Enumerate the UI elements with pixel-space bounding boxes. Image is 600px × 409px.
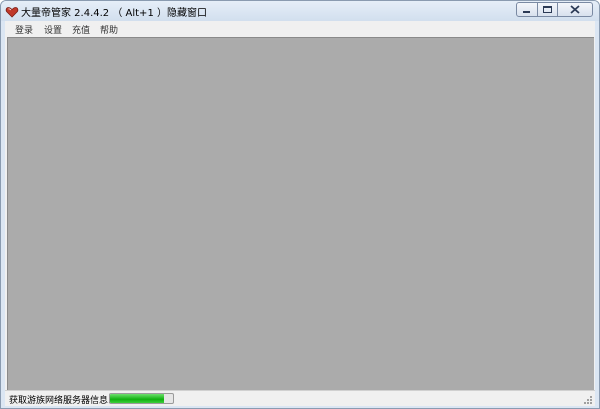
menu-bar: 登录 设置 充值 帮助 bbox=[5, 21, 595, 37]
caption-buttons bbox=[516, 2, 593, 17]
minimize-button[interactable] bbox=[516, 2, 538, 17]
status-text: 获取游族网络服务器信息...... bbox=[9, 396, 126, 406]
title-bar[interactable]: 大量帝管家 2.4.4.2 （ Alt+1 ）隐藏窗口 bbox=[1, 1, 599, 21]
content-panel bbox=[7, 37, 594, 390]
menu-settings[interactable]: 设置 bbox=[44, 23, 62, 36]
app-window: 大量帝管家 2.4.4.2 （ Alt+1 ）隐藏窗口 登录 设置 充值 帮助 … bbox=[0, 0, 600, 409]
app-heart-icon[interactable] bbox=[5, 4, 19, 18]
client-area: 登录 设置 充值 帮助 获取游族网络服务器信息...... bbox=[5, 21, 595, 406]
menu-help[interactable]: 帮助 bbox=[100, 23, 118, 36]
progress-bar bbox=[109, 393, 174, 404]
minimize-icon bbox=[523, 11, 530, 13]
window-title: 大量帝管家 2.4.4.2 （ Alt+1 ）隐藏窗口 bbox=[21, 8, 207, 19]
close-button[interactable] bbox=[557, 2, 593, 17]
menu-recharge[interactable]: 充值 bbox=[72, 23, 90, 36]
status-bar: 获取游族网络服务器信息...... bbox=[5, 390, 595, 406]
maximize-icon bbox=[543, 6, 552, 13]
menu-login[interactable]: 登录 bbox=[15, 23, 33, 36]
close-icon bbox=[570, 5, 580, 14]
resize-grip-icon[interactable] bbox=[583, 395, 593, 405]
progress-fill bbox=[110, 394, 164, 403]
maximize-button[interactable] bbox=[537, 2, 558, 17]
